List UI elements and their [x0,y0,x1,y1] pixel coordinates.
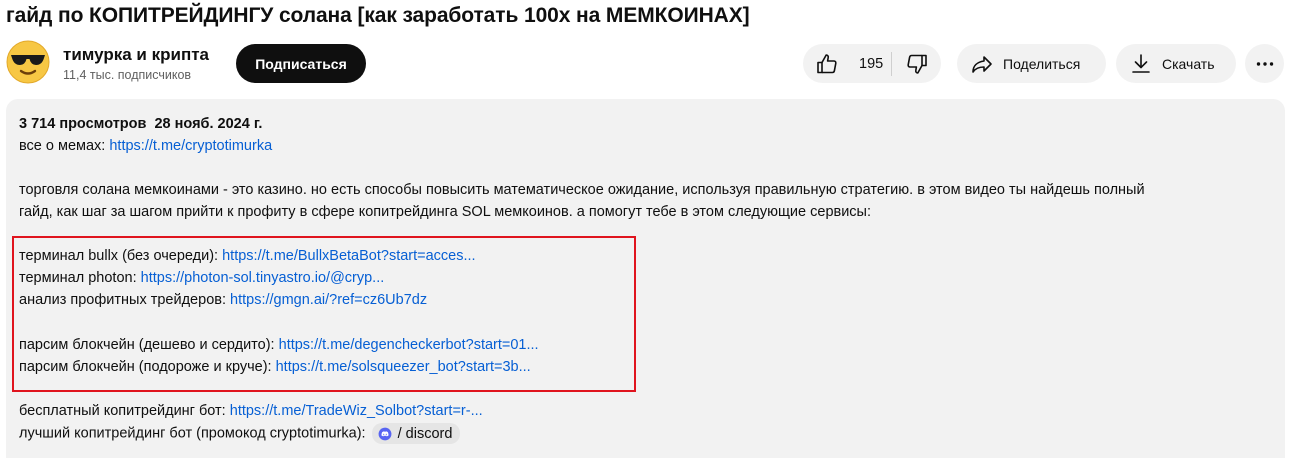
more-horizontal-icon [1256,61,1273,66]
best-bot-line: лучший копитрейдинг бот (промокод crypto… [19,423,461,444]
subscribe-button[interactable]: Подписаться [236,44,366,83]
view-count: 3 714 просмотров [19,116,147,132]
upload-date: 28 нояб. 2024 г. [154,116,263,132]
thumbs-up-icon [817,53,837,73]
free-bot-link[interactable]: https://t.me/TradeWiz_Solbot?start=r-... [230,403,483,419]
service-label: парсим блокчейн (подороже и круче): [19,359,276,375]
service-line-gmgn: анализ профитных трейдеров: https://gmgn… [19,290,427,310]
channel-avatar[interactable] [6,40,50,84]
discord-chip-label: / discord [397,425,453,442]
service-label: терминал photon: [19,270,141,286]
service-label: терминал bullx (без очереди): [19,248,223,264]
service-label: парсим блокчейн (дешево и сердито): [19,337,279,353]
service-label: анализ профитных трейдеров: [19,292,231,308]
subscriber-count: 11,4 тыс. подписчиков [63,68,192,82]
service-link[interactable]: https://t.me/BullxBetaBot?start=acces... [222,248,475,264]
service-link[interactable]: https://t.me/solsqueezer_bot?start=3b... [276,359,531,375]
download-button[interactable]: Скачать [1116,44,1236,83]
video-title: гайд по КОПИТРЕЙДИНГУ солана [как зарабо… [6,4,750,27]
memes-link[interactable]: https://t.me/cryptotimurka [109,138,272,154]
service-link[interactable]: https://t.me/degencheckerbot?start=01... [279,337,539,353]
dislike-button[interactable] [892,44,941,83]
download-icon [1132,53,1150,73]
service-line-solsqueezer: парсим блокчейн (подороже и круче): http… [19,357,531,377]
memes-line: все о мемах: https://t.me/cryptotimurka [19,136,272,156]
share-button[interactable]: Поделиться [957,44,1106,83]
service-line-photon: терминал photon: https://photon-sol.tiny… [19,268,384,288]
more-actions-button[interactable] [1245,44,1284,83]
best-bot-label: лучший копитрейдинг бот (промокод crypto… [19,425,370,442]
like-button[interactable]: 195 [803,44,891,83]
channel-name[interactable]: тимурка и крипта [63,45,209,65]
service-line-degenchecker: парсим блокчейн (дешево и сердито): http… [19,335,539,355]
thumbs-down-icon [906,54,927,74]
free-bot-label: бесплатный копитрейдинг бот: [19,403,230,419]
description-paragraph-line-2: гайд, как шаг за шагом прийти к профиту … [19,204,872,220]
service-link[interactable]: https://gmgn.ai/?ref=cz6Ub7dz [230,292,427,308]
sunglasses-emoji-icon [6,40,50,84]
download-label: Скачать [1162,55,1215,72]
share-label: Поделиться [1003,55,1081,72]
memes-label: все о мемах: [19,138,110,154]
like-dislike-group: 195 [803,44,941,83]
like-count: 195 [859,55,884,72]
video-meta: 3 714 просмотров 28 нояб. 2024 г. [19,114,262,134]
free-bot-line: бесплатный копитрейдинг бот: https://t.m… [19,401,483,421]
share-arrow-icon [972,55,992,73]
description-paragraph-line-1: торговля солана мемкоинами - это казино.… [19,182,1145,198]
service-link[interactable]: https://photon-sol.tinyastro.io/@cryp... [141,270,385,286]
discord-chip[interactable]: / discord [371,423,461,444]
description-panel[interactable]: 3 714 просмотров 28 нояб. 2024 г. все о … [6,99,1285,458]
discord-icon [378,427,392,440]
service-line-bullx: терминал bullx (без очереди): https://t.… [19,246,476,266]
